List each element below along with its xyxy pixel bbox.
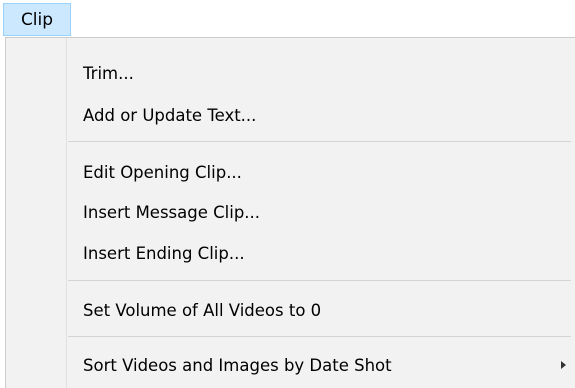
menu-item-label: Edit Opening Clip... bbox=[83, 162, 242, 182]
clip-dropdown-menu: Trim... Add or Update Text... Edit Openi… bbox=[5, 37, 575, 388]
menu-item-label: Insert Message Clip... bbox=[83, 202, 261, 222]
menu-item-add-or-update-text[interactable]: Add or Update Text... bbox=[6, 95, 575, 135]
menu-separator bbox=[68, 336, 571, 337]
menu-clip-label: Clip bbox=[20, 9, 54, 30]
menu-item-trim[interactable]: Trim... bbox=[6, 53, 575, 93]
chevron-right-icon bbox=[561, 361, 566, 369]
menu-item-label: Sort Videos and Images by Date Shot bbox=[83, 355, 392, 375]
menu-item-set-volume-zero[interactable]: Set Volume of All Videos to 0 bbox=[6, 290, 575, 330]
menu-item-edit-opening-clip[interactable]: Edit Opening Clip... bbox=[6, 152, 575, 192]
menu-clip[interactable]: Clip bbox=[3, 3, 71, 36]
menu-separator bbox=[68, 141, 571, 142]
menu-item-label: Insert Ending Clip... bbox=[83, 243, 245, 263]
menu-item-insert-message-clip[interactable]: Insert Message Clip... bbox=[6, 192, 575, 232]
menu-item-label: Add or Update Text... bbox=[83, 105, 257, 125]
menu-item-sort-by-date-shot[interactable]: Sort Videos and Images by Date Shot bbox=[6, 345, 575, 385]
menu-separator bbox=[68, 280, 571, 281]
menu-item-label: Trim... bbox=[83, 63, 134, 83]
menu-item-label: Set Volume of All Videos to 0 bbox=[83, 300, 322, 320]
menu-item-insert-ending-clip[interactable]: Insert Ending Clip... bbox=[6, 233, 575, 273]
